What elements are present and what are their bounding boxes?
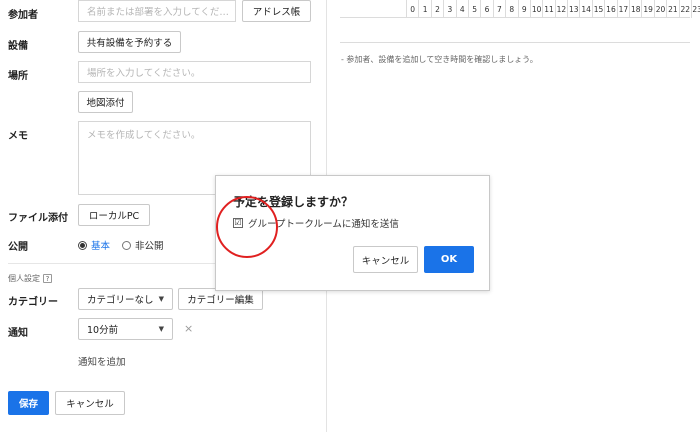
dialog-title: 予定を登録しますか？ [233, 195, 354, 209]
confirm-dialog: 予定を登録しますか？ ☑ グループトークルームに通知を送信 キャンセル OK [215, 175, 490, 291]
modal-layer: 予定を登録しますか？ ☑ グループトークルームに通知を送信 キャンセル OK [0, 0, 700, 432]
notify-group-label: グループトークルームに通知を送信 [248, 219, 399, 230]
checkbox-checked-icon: ☑ [233, 218, 243, 228]
notify-group-checkbox[interactable]: ☑ グループトークルームに通知を送信 [233, 216, 399, 230]
dialog-cancel-button[interactable]: キャンセル [353, 246, 418, 273]
dialog-ok-button[interactable]: OK [424, 246, 474, 273]
